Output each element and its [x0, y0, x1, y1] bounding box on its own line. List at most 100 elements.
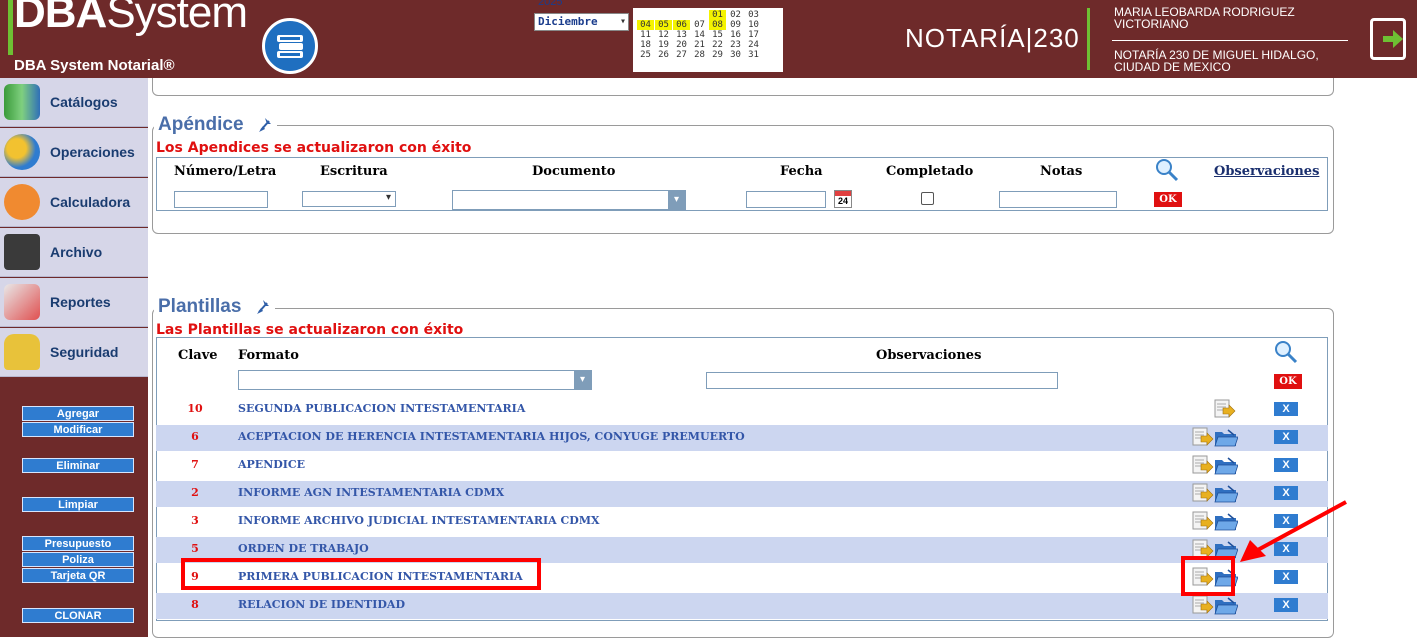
mini-calendar[interactable]: 01 02 03 04 05 06 07 08 09 10 11 12 13 14 15 16 17 18 19 20… — [633, 8, 783, 72]
open-folder-icon[interactable] — [1214, 455, 1238, 475]
row-formato-link[interactable]: INFORME ARCHIVO JUDICIAL INTESTAMENTARIA… — [238, 514, 600, 527]
calendar-day[interactable]: 21 — [691, 40, 708, 50]
search-icon[interactable] — [1274, 340, 1298, 364]
delete-row-button[interactable]: X — [1274, 598, 1298, 612]
annotation-arrow-icon — [1240, 500, 1347, 562]
agregar-button[interactable]: Agregar — [22, 406, 134, 421]
calendar-day[interactable]: 29 — [709, 50, 726, 60]
calendar-day[interactable]: 07 — [691, 20, 708, 30]
generate-document-icon[interactable] — [1192, 483, 1214, 503]
calendar-day[interactable]: 05 — [655, 20, 672, 30]
sidebar-item-seguridad[interactable]: Seguridad — [0, 328, 148, 377]
open-folder-icon[interactable] — [1214, 427, 1238, 447]
calendar-day[interactable]: 12 — [655, 30, 672, 40]
apendice-ok-button[interactable]: OK — [1154, 192, 1182, 207]
generate-document-icon[interactable] — [1192, 595, 1214, 615]
calendar-day[interactable]: 03 — [745, 10, 762, 20]
sidebar-item-calculadora[interactable]: Calculadora — [0, 178, 148, 227]
calendar-day[interactable]: 04 — [637, 20, 654, 30]
row-formato-link[interactable]: ORDEN DE TRABAJO — [238, 542, 369, 555]
calendar-day[interactable]: 20 — [673, 40, 690, 50]
table-row[interactable]: 3 INFORME ARCHIVO JUDICIAL INTESTAMENTARI… — [156, 509, 1328, 535]
calendar-day[interactable]: 15 — [709, 30, 726, 40]
calendar-week-row: 04 05 06 07 08 09 10 — [637, 20, 783, 30]
limpiar-button[interactable]: Limpiar — [22, 497, 134, 512]
search-icon[interactable] — [1155, 158, 1179, 182]
calendar-day[interactable]: 28 — [691, 50, 708, 60]
calendar-day[interactable]: 30 — [727, 50, 744, 60]
calendar-day[interactable]: 09 — [727, 20, 744, 30]
table-row[interactable]: 6 ACEPTACION DE HERENCIA INTESTAMENTARIA … — [156, 425, 1328, 451]
numero-letra-input[interactable] — [174, 191, 268, 208]
calendar-day[interactable]: 27 — [673, 50, 690, 60]
completado-checkbox[interactable] — [921, 192, 934, 205]
row-formato-link[interactable]: ACEPTACION DE HERENCIA INTESTAMENTARIA H… — [238, 430, 745, 443]
row-formato-link[interactable]: RELACION DE IDENTIDAD — [238, 598, 405, 611]
sidebar-item-label: Calculadora — [50, 194, 131, 210]
app-header: DBASystem DBA System Notarial® 2025 Dici… — [0, 0, 1417, 78]
lock-icon — [4, 334, 40, 370]
calendar-month-select[interactable]: Diciembre ▾ — [534, 13, 629, 31]
delete-row-button[interactable]: X — [1274, 458, 1298, 472]
generate-document-icon[interactable] — [1192, 427, 1214, 447]
eliminar-button[interactable]: Eliminar — [22, 458, 134, 473]
generate-document-icon[interactable] — [1192, 455, 1214, 475]
calendar-day[interactable]: 11 — [637, 30, 654, 40]
calendar-day[interactable]: 19 — [655, 40, 672, 50]
logout-button[interactable] — [1370, 18, 1406, 60]
delete-row-button[interactable]: X — [1274, 486, 1298, 500]
formato-select[interactable]: ▾ — [238, 370, 592, 390]
observaciones-input[interactable] — [706, 372, 1058, 389]
fecha-input[interactable] — [746, 191, 826, 208]
calendar-day[interactable]: 22 — [709, 40, 726, 50]
calendar-day[interactable]: 18 — [637, 40, 654, 50]
generate-document-icon[interactable] — [1192, 511, 1214, 531]
sort-arrows-icon[interactable] — [255, 299, 271, 314]
calendar-day[interactable]: 13 — [673, 30, 690, 40]
sidebar-item-catalogos[interactable]: Catálogos — [0, 78, 148, 127]
calendar-day[interactable]: 26 — [655, 50, 672, 60]
plantillas-ok-button[interactable]: OK — [1274, 374, 1302, 389]
documento-select[interactable]: ▾ — [452, 190, 686, 210]
calendar-day[interactable]: 08 — [709, 20, 726, 30]
sort-arrows-icon[interactable] — [257, 117, 273, 132]
calendar-day[interactable]: 23 — [727, 40, 744, 50]
delete-row-button[interactable]: X — [1274, 402, 1298, 416]
modificar-button[interactable]: Modificar — [22, 422, 134, 437]
delete-row-button[interactable]: X — [1274, 570, 1298, 584]
notas-input[interactable] — [999, 191, 1117, 208]
calendar-day[interactable]: 02 — [727, 10, 744, 20]
row-formato-link[interactable]: INFORME AGN INTESTAMENTARIA CDMX — [238, 486, 504, 499]
clonar-button[interactable]: CLONAR — [22, 608, 134, 623]
delete-row-button[interactable]: X — [1274, 430, 1298, 444]
observaciones-link[interactable]: Observaciones — [1214, 164, 1319, 179]
calendar-day[interactable]: 10 — [745, 20, 762, 30]
sidebar-item-archivo[interactable]: Archivo — [0, 228, 148, 277]
calendar-day[interactable]: 31 — [745, 50, 762, 60]
table-row[interactable]: 2 INFORME AGN INTESTAMENTARIA CDMX X — [156, 481, 1328, 507]
calendar-day[interactable]: 01 — [709, 10, 726, 20]
sidebar-item-reportes[interactable]: Reportes — [0, 278, 148, 327]
table-row[interactable]: 7 APENDICE X — [156, 453, 1328, 479]
table-row[interactable]: 8 RELACION DE IDENTIDAD X — [156, 593, 1328, 619]
calendar-day[interactable]: 24 — [745, 40, 762, 50]
generate-document-icon[interactable] — [1214, 399, 1236, 419]
calendar-day[interactable]: 06 — [673, 20, 690, 30]
row-formato-link[interactable]: SEGUNDA PUBLICACION INTESTAMENTARIA — [238, 402, 525, 415]
floppy-icon — [4, 234, 40, 270]
open-folder-icon[interactable] — [1214, 595, 1238, 615]
calendar-day[interactable]: 25 — [637, 50, 654, 60]
sidebar-item-operaciones[interactable]: Operaciones — [0, 128, 148, 177]
calendar-day[interactable]: 17 — [745, 30, 762, 40]
calendar-icon[interactable]: 24 — [834, 190, 852, 208]
user-name: MARIA LEOBARDA RODRIGUEZ VICTORIANO — [1114, 5, 1295, 31]
escritura-select[interactable]: ▾ — [302, 191, 396, 207]
calendar-day[interactable]: 14 — [691, 30, 708, 40]
poliza-button[interactable]: Poliza — [22, 552, 134, 567]
table-row[interactable]: 10 SEGUNDA PUBLICACION INTESTAMENTARIA X — [156, 397, 1328, 423]
calendar-day[interactable]: 16 — [727, 30, 744, 40]
calendar-day — [637, 10, 654, 20]
tarjeta-qr-button[interactable]: Tarjeta QR — [22, 568, 134, 583]
row-formato-link[interactable]: APENDICE — [238, 458, 305, 471]
presupuesto-button[interactable]: Presupuesto — [22, 536, 134, 551]
